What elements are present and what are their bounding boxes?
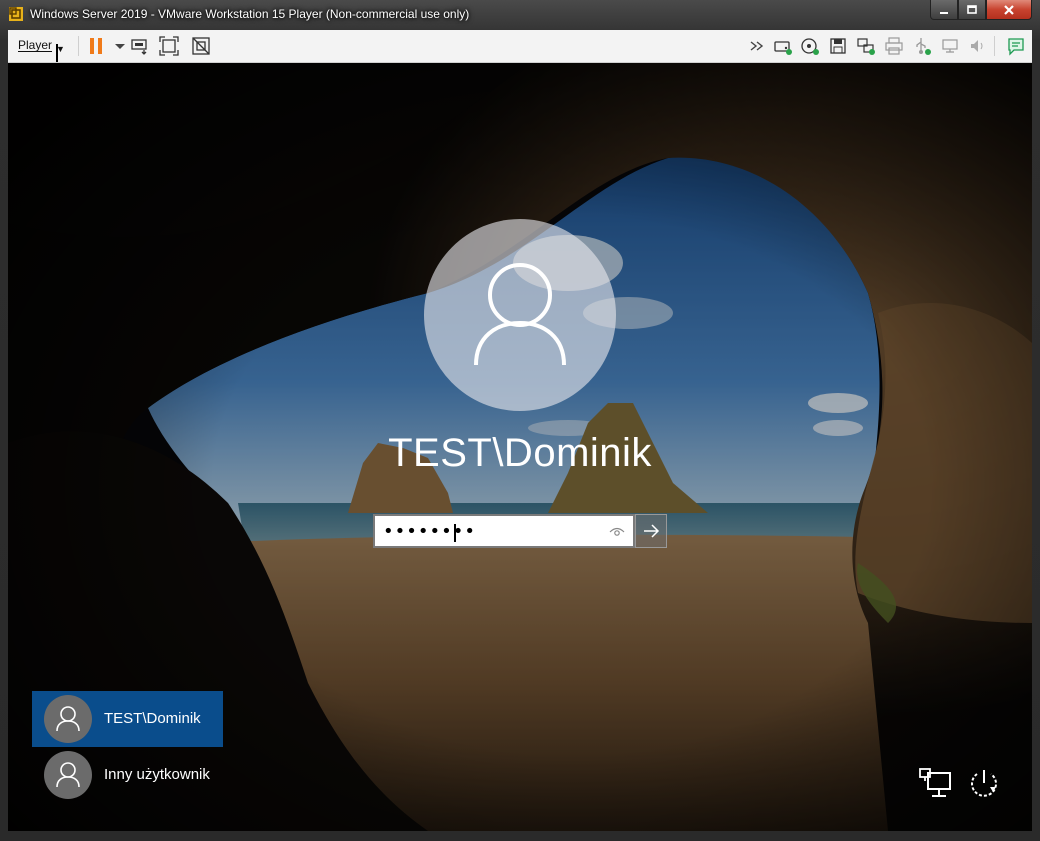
unity-icon[interactable]: [191, 36, 211, 56]
hard-disk-icon[interactable]: [773, 36, 793, 56]
vmware-player-window: Windows Server 2019 - VMware Workstation…: [0, 0, 1040, 841]
user-icon: [56, 762, 80, 788]
dropdown-arrow-icon[interactable]: [110, 36, 130, 56]
maximize-button[interactable]: [958, 0, 986, 20]
reveal-password-icon[interactable]: [609, 524, 625, 540]
close-icon: [1004, 4, 1014, 15]
guest-screen[interactable]: TEST\Dominik •••••••• TEST\Dominik Inny …: [8, 63, 1032, 831]
avatar: [44, 695, 92, 743]
player-menu[interactable]: Player ▼: [18, 38, 65, 62]
sound-icon[interactable]: [968, 36, 988, 56]
cd-dvd-icon[interactable]: [800, 36, 820, 56]
user-tile-label: Inny użytkownik: [104, 766, 210, 783]
network-adapter-icon[interactable]: [856, 36, 876, 56]
network-icon[interactable]: [918, 767, 954, 803]
toolbar-separator: [994, 36, 995, 56]
message-log-icon[interactable]: [1006, 36, 1026, 56]
chevron-down-icon: ▼: [56, 44, 65, 62]
user-avatar: [424, 219, 616, 411]
floppy-icon[interactable]: [828, 36, 848, 56]
printer-icon[interactable]: [884, 36, 904, 56]
player-menu-label: Player: [18, 38, 53, 52]
user-tile-label: TEST\Dominik: [104, 710, 201, 727]
avatar: [44, 751, 92, 799]
player-toolbar: Player ▼: [8, 30, 1032, 63]
power-icon[interactable]: [966, 767, 1002, 803]
display-icon[interactable]: [940, 36, 960, 56]
user-tile-test-dominik[interactable]: TEST\Dominik: [32, 691, 223, 747]
chevrons-icon[interactable]: [748, 36, 768, 56]
fullscreen-icon[interactable]: [159, 36, 179, 56]
user-icon: [474, 263, 566, 366]
vmware-app-icon: [9, 7, 23, 21]
close-button[interactable]: [986, 0, 1032, 20]
usb-icon[interactable]: [912, 36, 932, 56]
text-cursor: [454, 524, 456, 542]
window-title: Windows Server 2019 - VMware Workstation…: [30, 7, 470, 21]
title-bar[interactable]: Windows Server 2019 - VMware Workstation…: [0, 0, 1040, 30]
password-field[interactable]: ••••••••: [373, 514, 635, 548]
password-value: ••••••••: [383, 521, 476, 542]
submit-button[interactable]: [635, 514, 667, 548]
login-username: TEST\Dominik: [388, 431, 652, 475]
minimize-button[interactable]: [930, 0, 958, 20]
minimize-icon: [940, 11, 948, 14]
send-ctrl-alt-del-icon[interactable]: [130, 36, 150, 56]
user-tile-other-user[interactable]: Inny użytkownik: [32, 747, 223, 803]
toolbar-separator: [78, 36, 79, 56]
pause-icon[interactable]: [90, 38, 104, 54]
arrow-right-icon: [644, 524, 660, 538]
user-icon: [56, 706, 80, 732]
maximize-icon: [967, 4, 977, 14]
